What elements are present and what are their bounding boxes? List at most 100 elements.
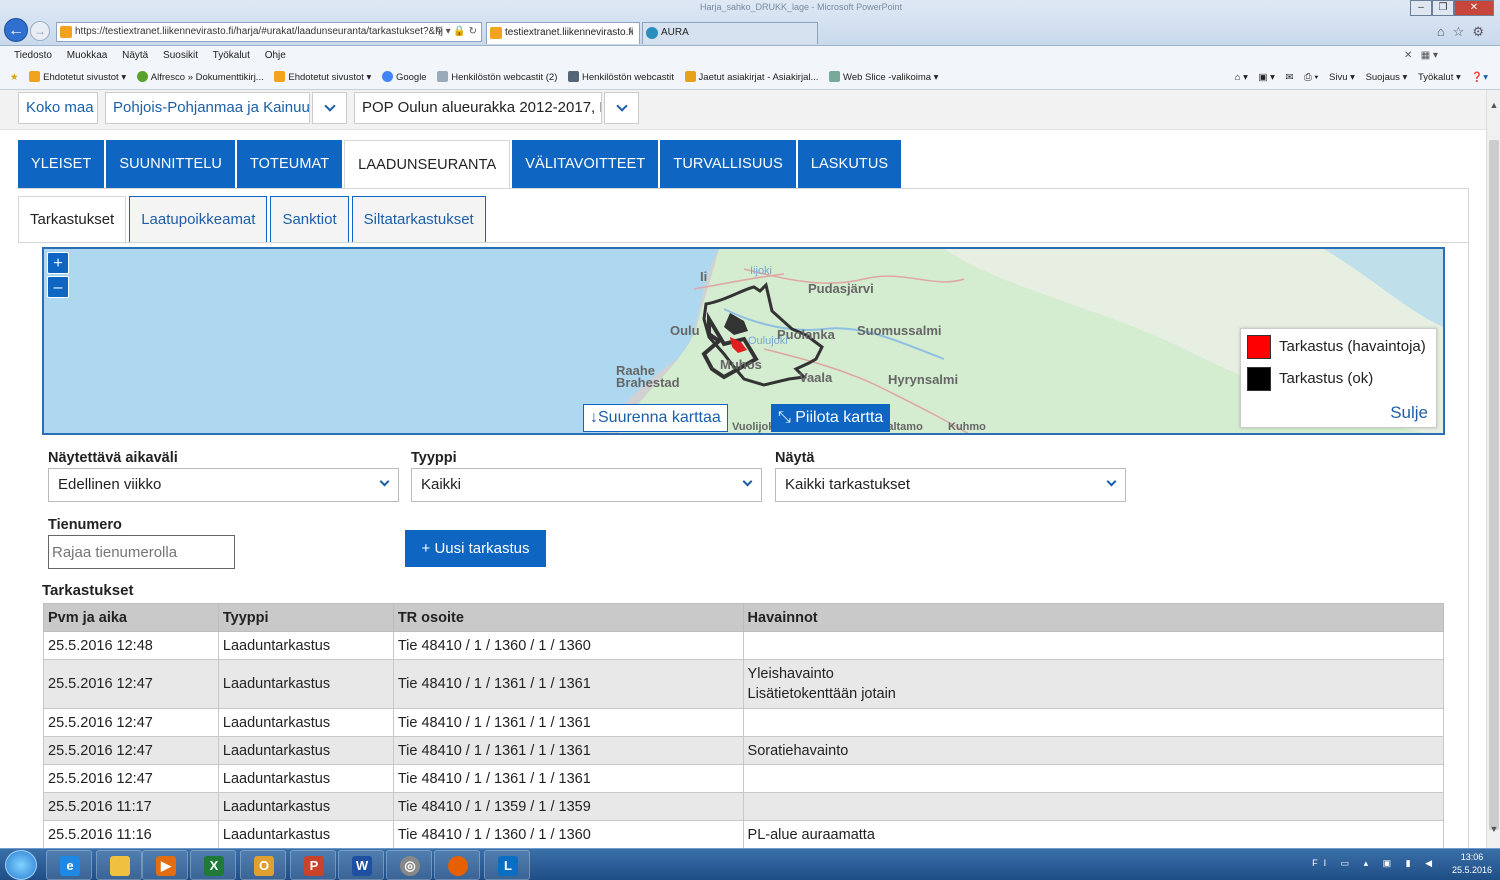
column-header[interactable]: TR osoite [392, 603, 744, 632]
close-window-button[interactable]: ✕ [1454, 0, 1494, 16]
tab-toteumat[interactable]: TOTEUMAT [236, 140, 343, 189]
cell-type: Laaduntarkastus [217, 792, 394, 821]
panel-border [1468, 188, 1469, 848]
breadcrumb-region[interactable]: Pohjois-Pohjanmaa ja Kainuu [105, 92, 310, 124]
browser-tab-aura[interactable]: AURA [642, 22, 818, 44]
address-tools-icon[interactable]: ⚲ ▾ 🔒 ↻ [435, 23, 477, 41]
feeds-icon[interactable]: ▣ ▾ [1259, 72, 1275, 83]
lync-taskbar-icon[interactable]: L [484, 850, 530, 880]
new-inspection-button[interactable]: + Uusi tarkastus [405, 530, 546, 567]
contract-dropdown-button[interactable] [604, 92, 639, 124]
command-item[interactable]: Sivu ▾ [1329, 72, 1355, 83]
print-icon[interactable]: ⎙ ▾ [1304, 72, 1318, 83]
clock[interactable]: 13:06 25.5.2016 [1452, 851, 1492, 877]
tab-turvallisuus[interactable]: TURVALLISUUS [660, 140, 796, 189]
menu-item[interactable]: Ohje [265, 50, 286, 61]
tab-valitavoitteet[interactable]: VÄLITAVOITTEET [512, 140, 659, 189]
table-row[interactable]: 25.5.2016 12:47 Laaduntarkastus Tie 4841… [43, 708, 1445, 737]
close-tab-icon[interactable]: × [628, 23, 634, 43]
firefox-taskbar-icon[interactable] [434, 850, 480, 880]
region-dropdown-button[interactable] [312, 92, 347, 124]
address-bar[interactable]: https://testiextranet.liikennevirasto.fi… [56, 22, 482, 42]
favorite-link[interactable]: Web Slice -valikoima ▾ [829, 66, 938, 90]
home-icon[interactable]: ⌂ ▾ [1235, 72, 1248, 83]
favorite-link[interactable]: Jaetut asiakirjat - Asiakirjal... [684, 66, 818, 90]
table-row[interactable]: 25.5.2016 11:16 Laaduntarkastus Tie 4841… [43, 820, 1445, 848]
cell-date: 25.5.2016 11:17 [43, 792, 219, 821]
subtab-tarkastukset[interactable]: Tarkastukset [18, 196, 127, 243]
table-row[interactable]: 25.5.2016 12:47 Laaduntarkastus Tie 4841… [43, 659, 1445, 709]
menu-close-icon[interactable]: ✕ ▦ ▾ [1404, 46, 1438, 66]
table-header-row: Pvm ja aika Tyyppi TR osoite Havainnot [43, 603, 1445, 632]
column-header[interactable]: Havainnot [742, 603, 1445, 632]
menu-item[interactable]: Työkalut [213, 50, 250, 61]
menu-item[interactable]: Suosikit [163, 50, 198, 61]
breadcrumb: Koko maa Pohjois-Pohjanmaa ja Kainuu POP… [0, 90, 1486, 130]
help-icon[interactable]: ❓▾ [1471, 72, 1488, 83]
favorite-link[interactable]: Alfresco » Dokumenttikirj... [136, 66, 264, 90]
legend-close-link[interactable]: Sulje [1390, 403, 1428, 423]
breadcrumb-contract[interactable]: POP Oulun alueurakka 2012-2017, P [354, 92, 602, 124]
tab-laadunseuranta[interactable]: LAADUNSEURANTA [344, 140, 511, 189]
favorite-link[interactable]: Ehdotetut sivustot ▾ [29, 66, 126, 90]
column-header[interactable]: Pvm ja aika [43, 603, 219, 632]
favorite-link[interactable]: Henkilöstön webcastit [568, 66, 674, 90]
chrome-taskbar-icon[interactable]: ◎ [386, 850, 432, 880]
time-range-select[interactable]: Edellinen viikko [48, 468, 399, 502]
column-header[interactable]: Tyyppi [217, 603, 394, 632]
excel-taskbar-icon[interactable]: X [190, 850, 236, 880]
favorite-link[interactable]: Henkilöstön webcastit (2) [437, 66, 557, 90]
menu-item[interactable]: Muokkaa [67, 50, 108, 61]
show-select[interactable]: Kaikki tarkastukset [775, 468, 1126, 502]
scroll-up-icon[interactable]: ▲ [1487, 100, 1500, 110]
ie-taskbar-icon[interactable]: e [46, 850, 92, 880]
cell-address: Tie 48410 / 1 / 1360 / 1 / 1360 [392, 820, 744, 848]
cell-type: Laaduntarkastus [217, 764, 394, 793]
command-item[interactable]: Työkalut ▾ [1418, 72, 1461, 83]
page-scrollbar[interactable]: ▲ ▼ [1486, 90, 1500, 848]
word-taskbar-icon[interactable]: W [338, 850, 384, 880]
zoom-in-button[interactable]: + [47, 252, 69, 274]
tab-suunnittelu[interactable]: SUUNNITTELU [106, 140, 235, 189]
map-view[interactable]: + – Pudasjärvi Suomussalmi Puolanka Raah… [42, 247, 1445, 435]
minimize-button[interactable]: – [1410, 0, 1432, 16]
tab-divider [18, 188, 1469, 189]
media-player-taskbar-icon[interactable]: ▶ [142, 850, 188, 880]
subtab-laatupoikkeamat[interactable]: Laatupoikkeamat [129, 196, 268, 243]
forward-button[interactable]: → [30, 21, 50, 41]
table-row[interactable]: 25.5.2016 12:47 Laaduntarkastus Tie 4841… [43, 764, 1445, 793]
breadcrumb-country[interactable]: Koko maa [18, 92, 98, 124]
powerpoint-taskbar-icon[interactable]: P [290, 850, 336, 880]
back-button[interactable]: ← [4, 18, 28, 42]
subtab-sanktiot[interactable]: Sanktiot [270, 196, 349, 243]
road-number-input[interactable] [48, 535, 235, 569]
mail-icon[interactable]: ✉ [1286, 72, 1294, 83]
table-row[interactable]: 25.5.2016 12:48 Laaduntarkastus Tie 4841… [43, 631, 1445, 660]
map-place-label: Brahestad [616, 375, 680, 390]
system-tray-icons[interactable]: FI ▭ ▴ ▣ ▮ ◀ [1312, 858, 1438, 869]
favorite-link[interactable]: Ehdotetut sivustot ▾ [274, 66, 371, 90]
outlook-taskbar-icon[interactable]: O [240, 850, 286, 880]
subtab-siltatarkastukset[interactable]: Siltatarkastukset [351, 196, 486, 243]
table-row[interactable]: 25.5.2016 11:17 Laaduntarkastus Tie 4841… [43, 792, 1445, 821]
zoom-out-button[interactable]: – [47, 276, 69, 298]
tab-laskutus[interactable]: LASKUTUS [797, 140, 902, 189]
scroll-down-icon[interactable]: ▼ [1487, 824, 1500, 834]
cell-date: 25.5.2016 12:47 [43, 659, 219, 709]
enlarge-map-button[interactable]: ↓Suurenna karttaa [583, 404, 728, 432]
favorite-link[interactable]: Google [381, 66, 427, 90]
browser-tab-active[interactable]: testiextranet.liikennevirasto.fi × [486, 22, 640, 44]
menu-item[interactable]: Tiedosto [14, 50, 52, 61]
tab-yleiset[interactable]: YLEISET [18, 140, 105, 189]
start-button[interactable] [5, 850, 37, 880]
command-item[interactable]: Suojaus ▾ [1366, 72, 1408, 83]
explorer-taskbar-icon[interactable] [96, 850, 142, 880]
favorites-star-icon[interactable]: ★ [10, 66, 19, 90]
home-star-gear-icons[interactable]: ⌂☆⚙ [1437, 24, 1492, 40]
type-select[interactable]: Kaikki [411, 468, 762, 502]
restore-button[interactable]: ❐ [1432, 0, 1454, 16]
hide-map-button[interactable]: ⤡ Piilota kartta [771, 404, 891, 432]
table-row[interactable]: 25.5.2016 12:47 Laaduntarkastus Tie 4841… [43, 736, 1445, 765]
menu-item[interactable]: Näytä [122, 50, 148, 61]
scroll-thumb[interactable] [1489, 140, 1499, 830]
